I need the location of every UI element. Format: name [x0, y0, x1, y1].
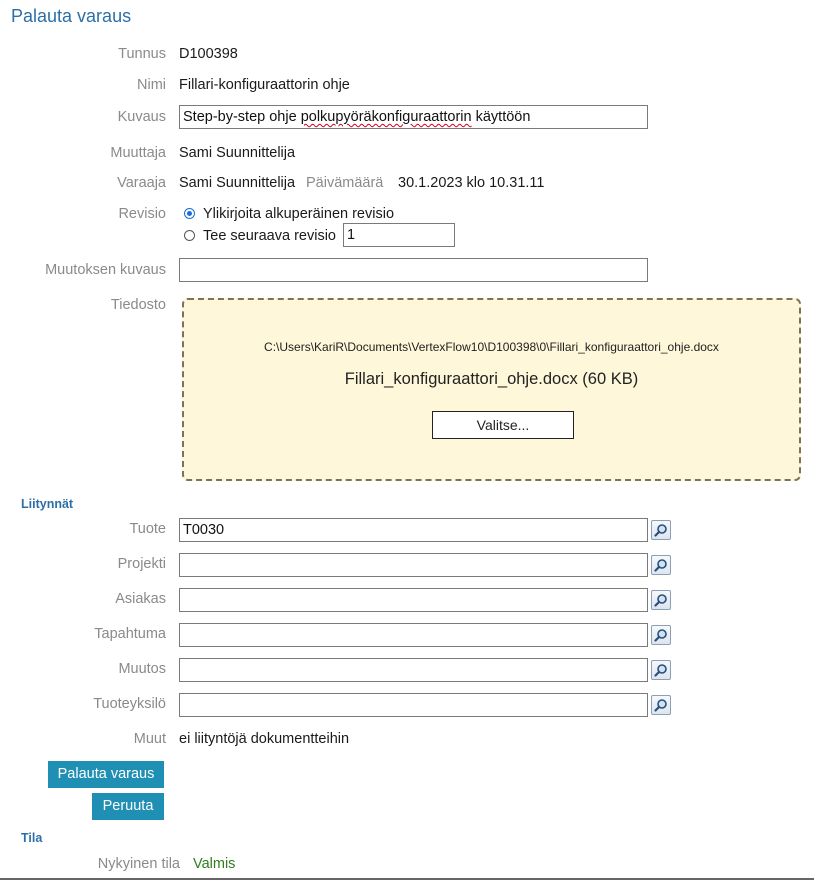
muutoksen-kuvaus-label: Muutoksen kuvaus — [45, 262, 166, 278]
palauta-varaus-button[interactable]: Palauta varaus — [48, 761, 164, 788]
asiakas-input[interactable] — [179, 588, 648, 612]
file-name: Fillari_konfiguraattori_ohje.docx (60 KB… — [344, 370, 639, 388]
varaaja-value: Sami Suunnittelija — [179, 175, 296, 191]
projekti-label: Projekti — [117, 556, 166, 572]
muutos-label: Muutos — [118, 661, 166, 677]
muutoksen-kuvaus-input[interactable] — [179, 258, 648, 282]
tuoteyksilo-label: Tuoteyksilö — [93, 696, 166, 712]
muuttaja-value: Sami Suunnittelija — [179, 145, 296, 161]
choose-file-button[interactable]: Valitse... — [432, 411, 574, 439]
search-icon[interactable] — [651, 520, 671, 540]
radio-overwrite[interactable] — [184, 208, 195, 219]
date-label: Päivämäärä — [306, 175, 384, 191]
tunnus-label: Tunnus — [118, 46, 166, 62]
search-icon[interactable] — [651, 695, 671, 715]
tiedosto-label: Tiedosto — [110, 297, 166, 313]
search-icon[interactable] — [651, 660, 671, 680]
peruuta-button[interactable]: Peruuta — [92, 793, 164, 820]
tuote-label: Tuote — [129, 521, 166, 537]
status-value: Valmis — [193, 856, 236, 872]
radio-overwrite-label[interactable]: Ylikirjoita alkuperäinen revisio — [203, 206, 394, 222]
kuvaus-text-misspelled: polkupyöräkonfiguraattorin — [300, 109, 472, 125]
radio-next-revision-label[interactable]: Tee seuraava revisio — [203, 228, 336, 244]
asiakas-label: Asiakas — [115, 591, 166, 607]
search-icon[interactable] — [651, 625, 671, 645]
kuvaus-label: Kuvaus — [117, 109, 166, 125]
next-revision-input[interactable]: 1 — [343, 223, 455, 247]
muutos-input[interactable] — [179, 658, 648, 682]
varaaja-label: Varaaja — [117, 175, 166, 191]
tuoteyksilo-input[interactable] — [179, 693, 648, 717]
date-value: 30.1.2023 klo 10.31.11 — [398, 175, 545, 191]
muut-value: ei liityntöjä dokumentteihin — [179, 731, 350, 747]
tila-heading: Tila — [21, 831, 43, 845]
nimi-label: Nimi — [137, 77, 166, 93]
search-icon[interactable] — [651, 555, 671, 575]
file-drop-zone[interactable]: C:\Users\KariR\Documents\VertexFlow10\D1… — [182, 298, 801, 481]
page-title: Palauta varaus — [11, 6, 132, 26]
kuvaus-input[interactable]: Step-by-step ohje polkupyöräkonfiguraatt… — [179, 105, 648, 129]
kuvaus-text-prefix: Step-by-step ohje — [183, 109, 301, 125]
nimi-value: Fillari-konfiguraattorin ohje — [179, 77, 350, 93]
tunnus-value: D100398 — [179, 46, 238, 62]
tapahtuma-input[interactable] — [179, 623, 648, 647]
search-icon[interactable] — [651, 590, 671, 610]
file-path: C:\Users\KariR\Documents\VertexFlow10\D1… — [264, 340, 719, 354]
kuvaus-text-suffix: käyttöön — [471, 109, 531, 125]
revisio-label: Revisio — [118, 206, 166, 222]
muuttaja-label: Muuttaja — [110, 145, 166, 161]
tuote-input[interactable]: T0030 — [179, 518, 648, 542]
radio-next-revision[interactable] — [184, 230, 195, 241]
nykyinen-tila-label: Nykyinen tila — [97, 856, 180, 872]
liitynnat-heading: Liitynnät — [21, 497, 74, 511]
muut-label: Muut — [133, 731, 166, 747]
tapahtuma-label: Tapahtuma — [94, 626, 166, 642]
projekti-input[interactable] — [179, 553, 648, 577]
